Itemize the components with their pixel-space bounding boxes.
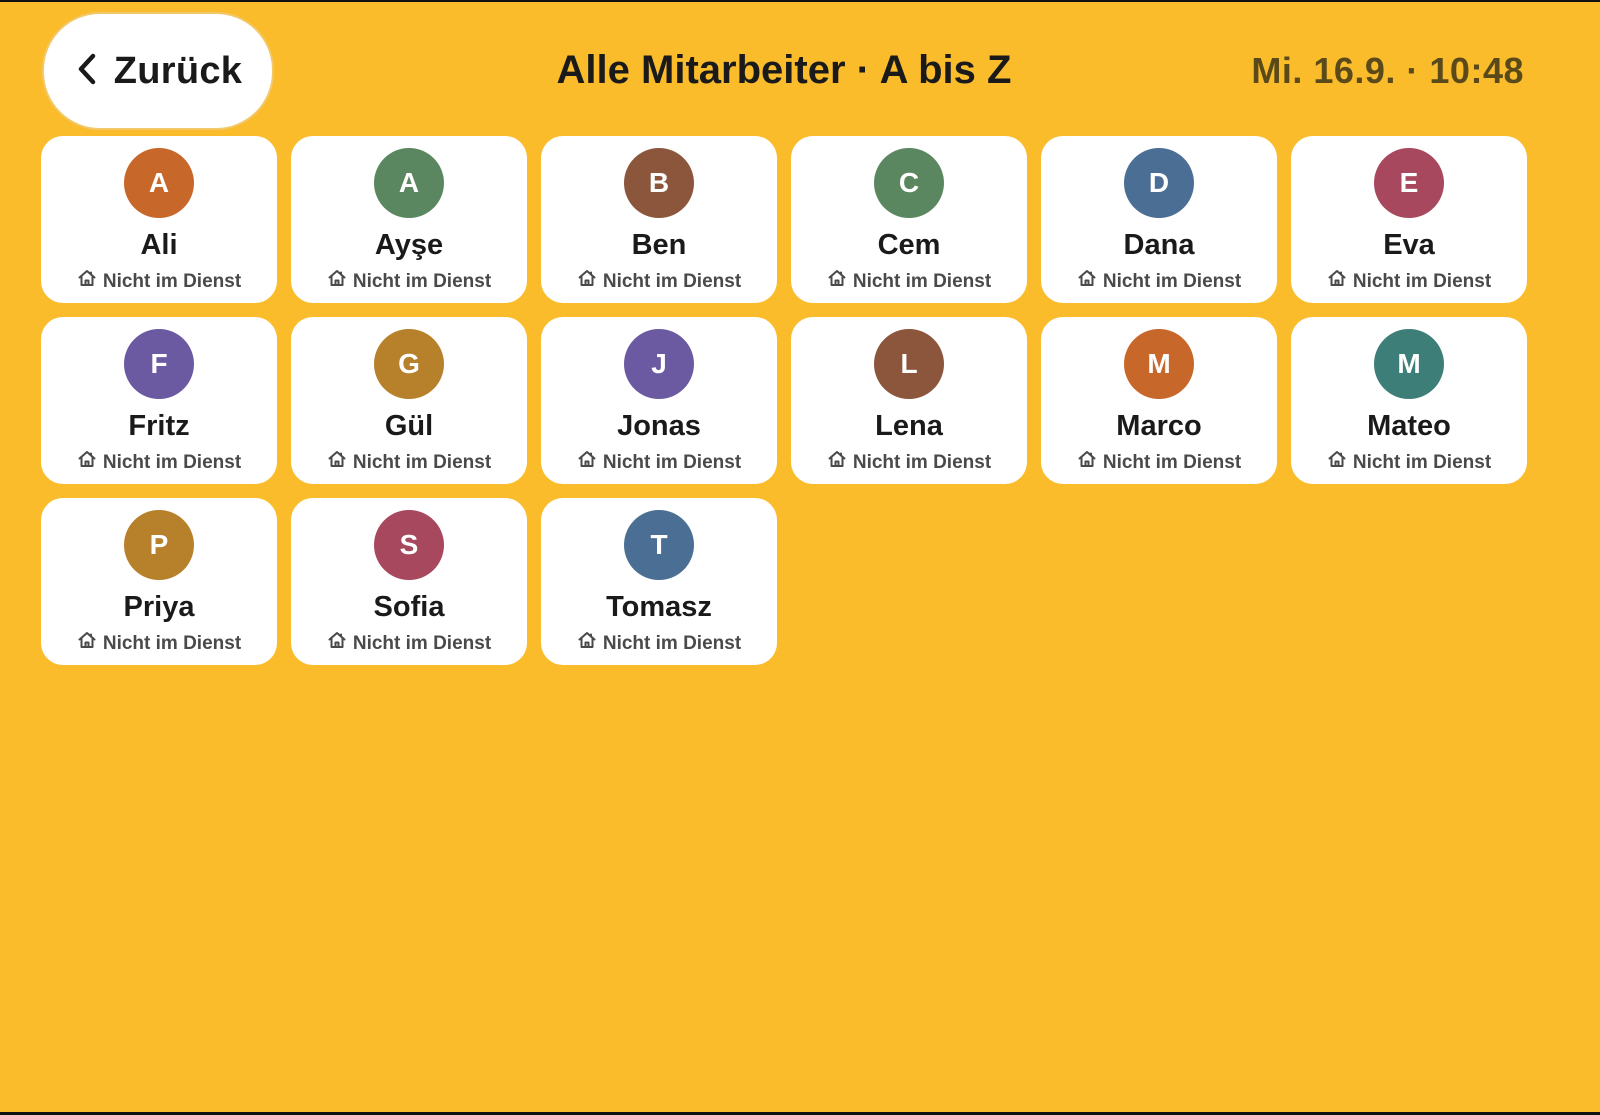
home-icon	[1077, 268, 1097, 295]
employee-card[interactable]: M Mateo Nicht im Dienst	[1291, 317, 1527, 484]
status-label: Nicht im Dienst	[602, 270, 742, 292]
status-label: Nicht im Dienst	[352, 451, 492, 473]
avatar: J	[624, 329, 694, 399]
status-label: Nicht im Dienst	[1102, 451, 1242, 473]
home-icon	[827, 449, 847, 476]
avatar: D	[1124, 148, 1194, 218]
avatar: A	[374, 148, 444, 218]
employee-status: Nicht im Dienst	[77, 630, 241, 657]
employee-name: Sofia	[373, 591, 445, 623]
home-icon	[1077, 449, 1097, 476]
status-label: Nicht im Dienst	[102, 270, 242, 292]
home-icon	[327, 268, 347, 295]
employee-status: Nicht im Dienst	[827, 268, 991, 295]
home-icon	[77, 268, 97, 295]
avatar: B	[624, 148, 694, 218]
employee-name: Ali	[140, 229, 178, 261]
employee-card[interactable]: G Gül Nicht im Dienst	[291, 317, 527, 484]
avatar: E	[1374, 148, 1444, 218]
employee-status: Nicht im Dienst	[577, 449, 741, 476]
employee-grid: A Ali Nicht im Dienst A Ayşe Nicht im Dienst B…	[41, 136, 1527, 665]
employee-name: Jonas	[617, 410, 701, 442]
avatar: P	[124, 510, 194, 580]
employee-card[interactable]: D Dana Nicht im Dienst	[1041, 136, 1277, 303]
employee-name: Dana	[1123, 229, 1195, 261]
home-icon	[327, 630, 347, 657]
avatar: A	[124, 148, 194, 218]
employee-name: Lena	[875, 410, 943, 442]
employee-name: Priya	[123, 591, 195, 623]
status-label: Nicht im Dienst	[602, 632, 742, 654]
employee-name: Cem	[877, 229, 941, 261]
avatar: L	[874, 329, 944, 399]
status-label: Nicht im Dienst	[602, 451, 742, 473]
status-label: Nicht im Dienst	[352, 270, 492, 292]
avatar: M	[1374, 329, 1444, 399]
employee-card[interactable]: B Ben Nicht im Dienst	[541, 136, 777, 303]
employee-name: Eva	[1383, 229, 1435, 261]
status-label: Nicht im Dienst	[852, 270, 992, 292]
employee-name: Mateo	[1367, 410, 1451, 442]
employee-name: Gül	[384, 410, 434, 442]
home-icon	[77, 449, 97, 476]
app-screen: Zurück Alle Mitarbeiter · A bis Z Mi. 16…	[0, 2, 1600, 1112]
status-label: Nicht im Dienst	[102, 451, 242, 473]
employee-name: Ben	[631, 229, 687, 261]
employee-card[interactable]: F Fritz Nicht im Dienst	[41, 317, 277, 484]
home-icon	[1327, 449, 1347, 476]
date-time: Mi. 16.9. · 10:48	[1251, 50, 1524, 91]
avatar: C	[874, 148, 944, 218]
employee-status: Nicht im Dienst	[1327, 449, 1491, 476]
avatar: F	[124, 329, 194, 399]
employee-status: Nicht im Dienst	[77, 268, 241, 295]
employee-status: Nicht im Dienst	[577, 630, 741, 657]
status-label: Nicht im Dienst	[352, 632, 492, 654]
employee-status: Nicht im Dienst	[577, 268, 741, 295]
employee-card[interactable]: S Sofia Nicht im Dienst	[291, 498, 527, 665]
status-label: Nicht im Dienst	[1102, 270, 1242, 292]
employee-name: Tomasz	[606, 591, 712, 623]
employee-card[interactable]: C Cem Nicht im Dienst	[791, 136, 1027, 303]
employee-name: Fritz	[128, 410, 190, 442]
employee-card[interactable]: J Jonas Nicht im Dienst	[541, 317, 777, 484]
employee-card[interactable]: A Ayşe Nicht im Dienst	[291, 136, 527, 303]
employee-status: Nicht im Dienst	[327, 449, 491, 476]
home-icon	[827, 268, 847, 295]
avatar: G	[374, 329, 444, 399]
home-icon	[77, 630, 97, 657]
employee-status: Nicht im Dienst	[77, 449, 241, 476]
employee-status: Nicht im Dienst	[1077, 449, 1241, 476]
employee-status: Nicht im Dienst	[1077, 268, 1241, 295]
status-label: Nicht im Dienst	[102, 632, 242, 654]
employee-status: Nicht im Dienst	[327, 630, 491, 657]
avatar: M	[1124, 329, 1194, 399]
employee-card[interactable]: P Priya Nicht im Dienst	[41, 498, 277, 665]
home-icon	[327, 449, 347, 476]
home-icon	[577, 630, 597, 657]
avatar: T	[624, 510, 694, 580]
employee-status: Nicht im Dienst	[327, 268, 491, 295]
employee-status: Nicht im Dienst	[1327, 268, 1491, 295]
employee-card[interactable]: E Eva Nicht im Dienst	[1291, 136, 1527, 303]
employee-card[interactable]: L Lena Nicht im Dienst	[791, 317, 1027, 484]
home-icon	[1327, 268, 1347, 295]
home-icon	[577, 449, 597, 476]
employee-status: Nicht im Dienst	[827, 449, 991, 476]
home-icon	[577, 268, 597, 295]
employee-card[interactable]: M Marco Nicht im Dienst	[1041, 317, 1277, 484]
avatar: S	[374, 510, 444, 580]
employee-card[interactable]: T Tomasz Nicht im Dienst	[541, 498, 777, 665]
employee-card[interactable]: A Ali Nicht im Dienst	[41, 136, 277, 303]
status-label: Nicht im Dienst	[1352, 270, 1492, 292]
employee-name: Ayşe	[374, 229, 444, 261]
status-label: Nicht im Dienst	[852, 451, 992, 473]
employee-name: Marco	[1116, 410, 1202, 442]
status-label: Nicht im Dienst	[1352, 451, 1492, 473]
